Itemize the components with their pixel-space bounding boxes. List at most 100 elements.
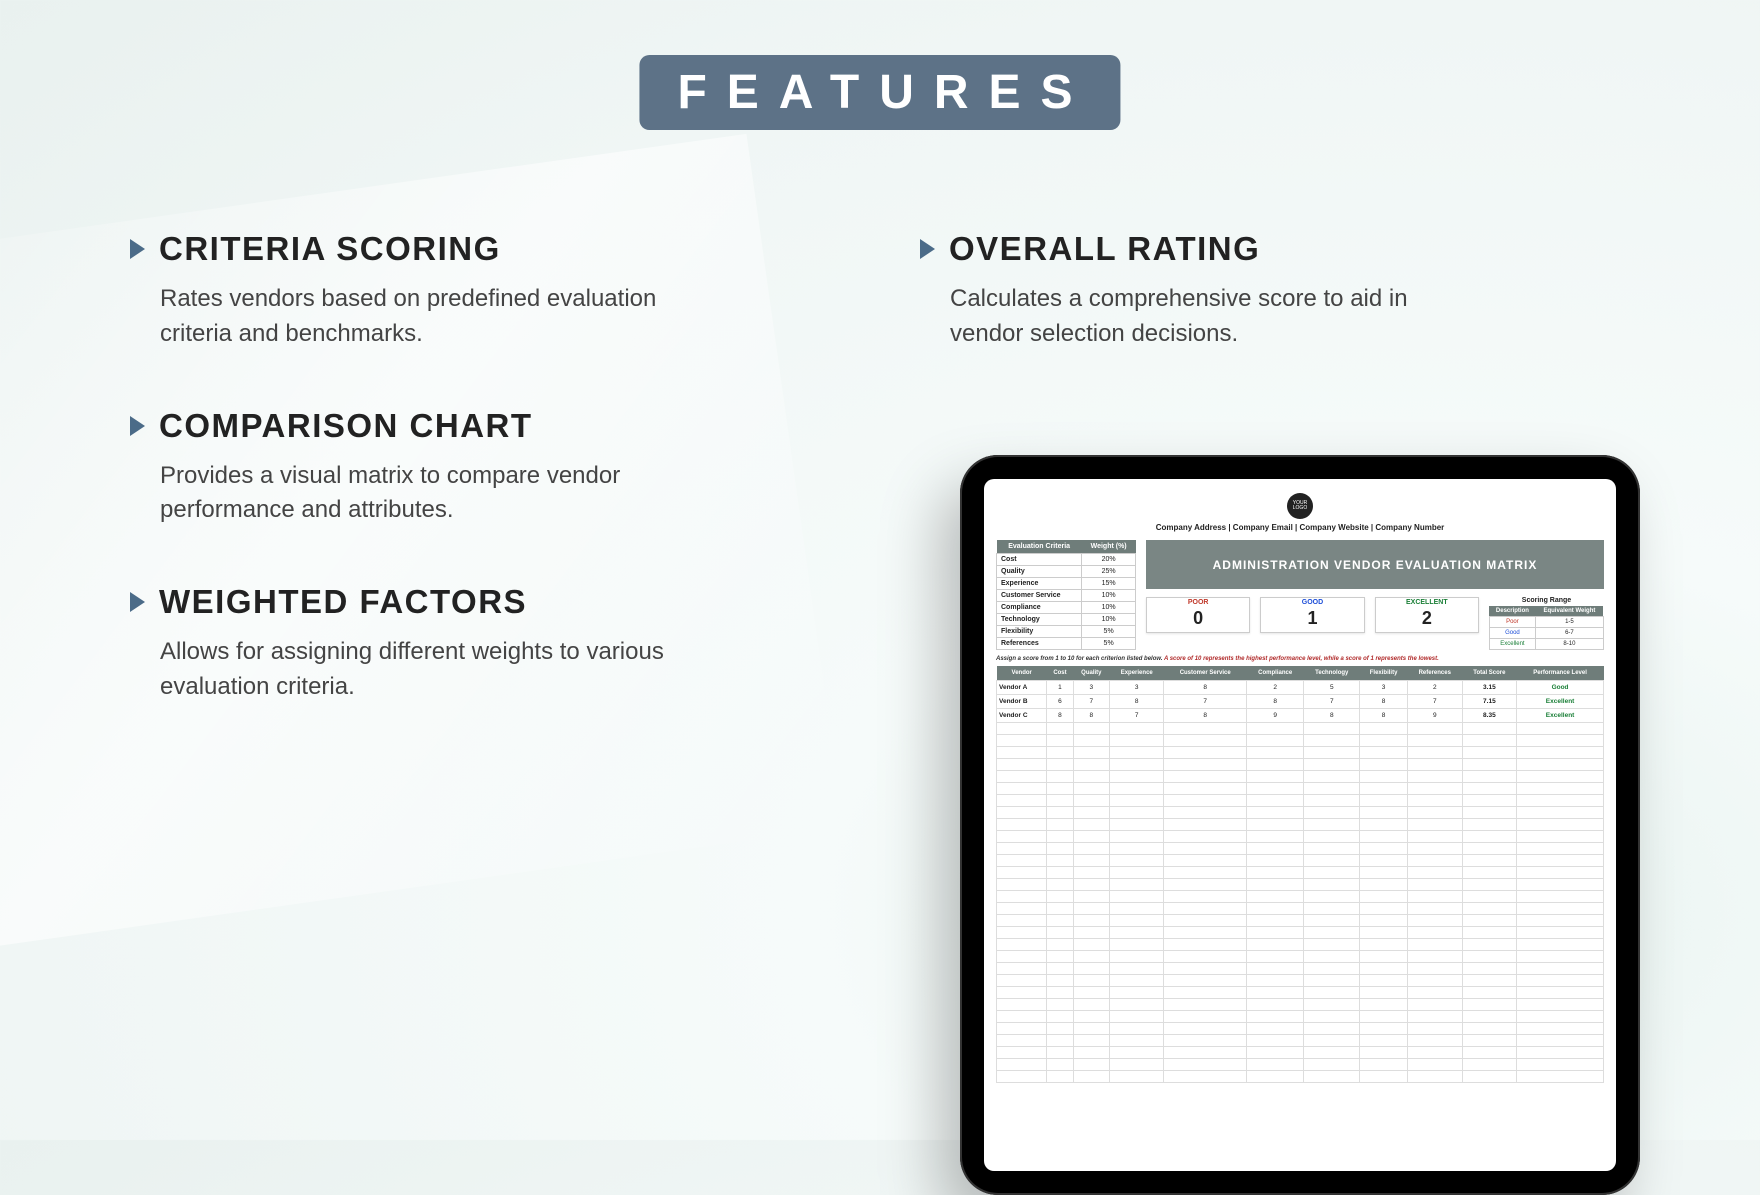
grid-cell-empty [1164,855,1247,867]
grid-cell-empty [1360,771,1408,783]
table-row: Vendor B678787877.15Excellent [997,695,1604,709]
score-value: 1 [1261,608,1363,629]
grid-cell-empty [1073,927,1110,939]
grid-cell-empty [1462,723,1517,735]
grid-cell-empty [1110,1035,1164,1047]
grid-cell-empty [1360,855,1408,867]
grid-header: Quality [1073,666,1110,681]
grid-cell-empty [1073,807,1110,819]
grid-cell-empty [1047,1059,1073,1071]
grid-cell-empty [1517,891,1604,903]
criteria-weight: 10% [1082,602,1136,614]
grid-cell-empty [1304,927,1360,939]
grid-cell-empty [1073,1071,1110,1083]
grid-cell: 8 [1164,709,1247,723]
grid-cell-empty [1247,1047,1304,1059]
grid-cell-empty [1247,831,1304,843]
grid-cell-empty [1517,951,1604,963]
grid-cell-empty [1073,771,1110,783]
grid-cell-empty [1360,747,1408,759]
table-row-empty [997,927,1604,939]
grid-cell-empty [1517,747,1604,759]
grid-cell-empty [1164,939,1247,951]
triangle-icon [130,592,145,612]
grid-cell: 1 [1047,681,1073,695]
grid-cell-empty [1164,1059,1247,1071]
feature-desc: Calculates a comprehensive score to aid … [920,282,1480,352]
grid-cell-empty [1110,963,1164,975]
grid-cell-empty [1247,939,1304,951]
grid-cell: 8.35 [1462,709,1517,723]
tablet-mockup: YOUR LOGO Company Address | Company Emai… [960,455,1640,1195]
grid-cell-empty [1517,723,1604,735]
grid-cell-empty [1407,735,1462,747]
grid-cell-empty [1462,1035,1517,1047]
grid-cell-empty [1304,723,1360,735]
grid-cell-empty [1247,819,1304,831]
grid-cell-empty [1073,831,1110,843]
grid-cell-empty [1110,1047,1164,1059]
grid-cell-empty [1304,735,1360,747]
grid-cell-empty [1517,1059,1604,1071]
grid-cell-empty [1247,759,1304,771]
grid-cell-empty [997,927,1047,939]
grid-cell-empty [1462,843,1517,855]
grid-header: Performance Level [1517,666,1604,681]
scoring-range: Scoring Range Description Equivalent Wei… [1489,597,1604,650]
grid-cell-empty [997,987,1047,999]
grid-cell-empty [1247,843,1304,855]
grid-cell-empty [1247,891,1304,903]
grid-cell-empty [1517,879,1604,891]
grid-cell-empty [997,735,1047,747]
grid-cell-empty [1304,1011,1360,1023]
table-row-empty [997,903,1604,915]
grid-cell-empty [1247,1011,1304,1023]
grid-cell-empty [1247,915,1304,927]
grid-cell-empty [997,807,1047,819]
feature-weighted-factors: WEIGHTED FACTORS Allows for assigning di… [130,583,690,705]
grid-cell-empty [1462,819,1517,831]
grid-cell-empty [1304,771,1360,783]
grid-cell-empty [1164,1071,1247,1083]
grid-cell: 7.15 [1462,695,1517,709]
grid-cell-empty [1462,807,1517,819]
grid-cell-empty [1247,963,1304,975]
grid-cell-empty [1360,939,1408,951]
table-row-empty [997,759,1604,771]
grid-cell-empty [1462,735,1517,747]
grid-cell-empty [1462,1023,1517,1035]
table-row-empty [997,915,1604,927]
grid-cell-empty [997,783,1047,795]
grid-cell-empty [997,855,1047,867]
grid-cell-empty [1047,915,1073,927]
grid-cell-empty [1073,951,1110,963]
grid-cell-empty [1110,735,1164,747]
grid-cell: 8 [1304,709,1360,723]
grid-cell: 7 [1407,695,1462,709]
grid-cell-empty [1073,855,1110,867]
grid-header: Flexibility [1360,666,1408,681]
grid-cell-empty [1360,1071,1408,1083]
grid-cell-empty [1110,1023,1164,1035]
table-row-empty [997,831,1604,843]
grid-cell-empty [1517,915,1604,927]
logo-icon: YOUR LOGO [1287,493,1313,519]
grid-cell-empty [1407,819,1462,831]
grid-cell-empty [1304,987,1360,999]
grid-cell-empty [997,939,1047,951]
grid-cell-empty [1304,831,1360,843]
grid-cell-empty [1517,831,1604,843]
grid-cell-empty [1247,903,1304,915]
grid-cell-empty [1247,747,1304,759]
grid-cell-empty [1110,879,1164,891]
grid-cell-empty [1407,915,1462,927]
grid-cell-empty [1407,855,1462,867]
grid-cell-empty [1110,795,1164,807]
grid-cell-empty [1247,855,1304,867]
grid-cell: 8 [1360,709,1408,723]
grid-cell-empty [1073,819,1110,831]
grid-cell-empty [1517,1071,1604,1083]
range-header-weight: Equivalent Weight [1535,606,1603,617]
range-cell: 8-10 [1535,639,1603,650]
grid-cell-empty [1462,1059,1517,1071]
